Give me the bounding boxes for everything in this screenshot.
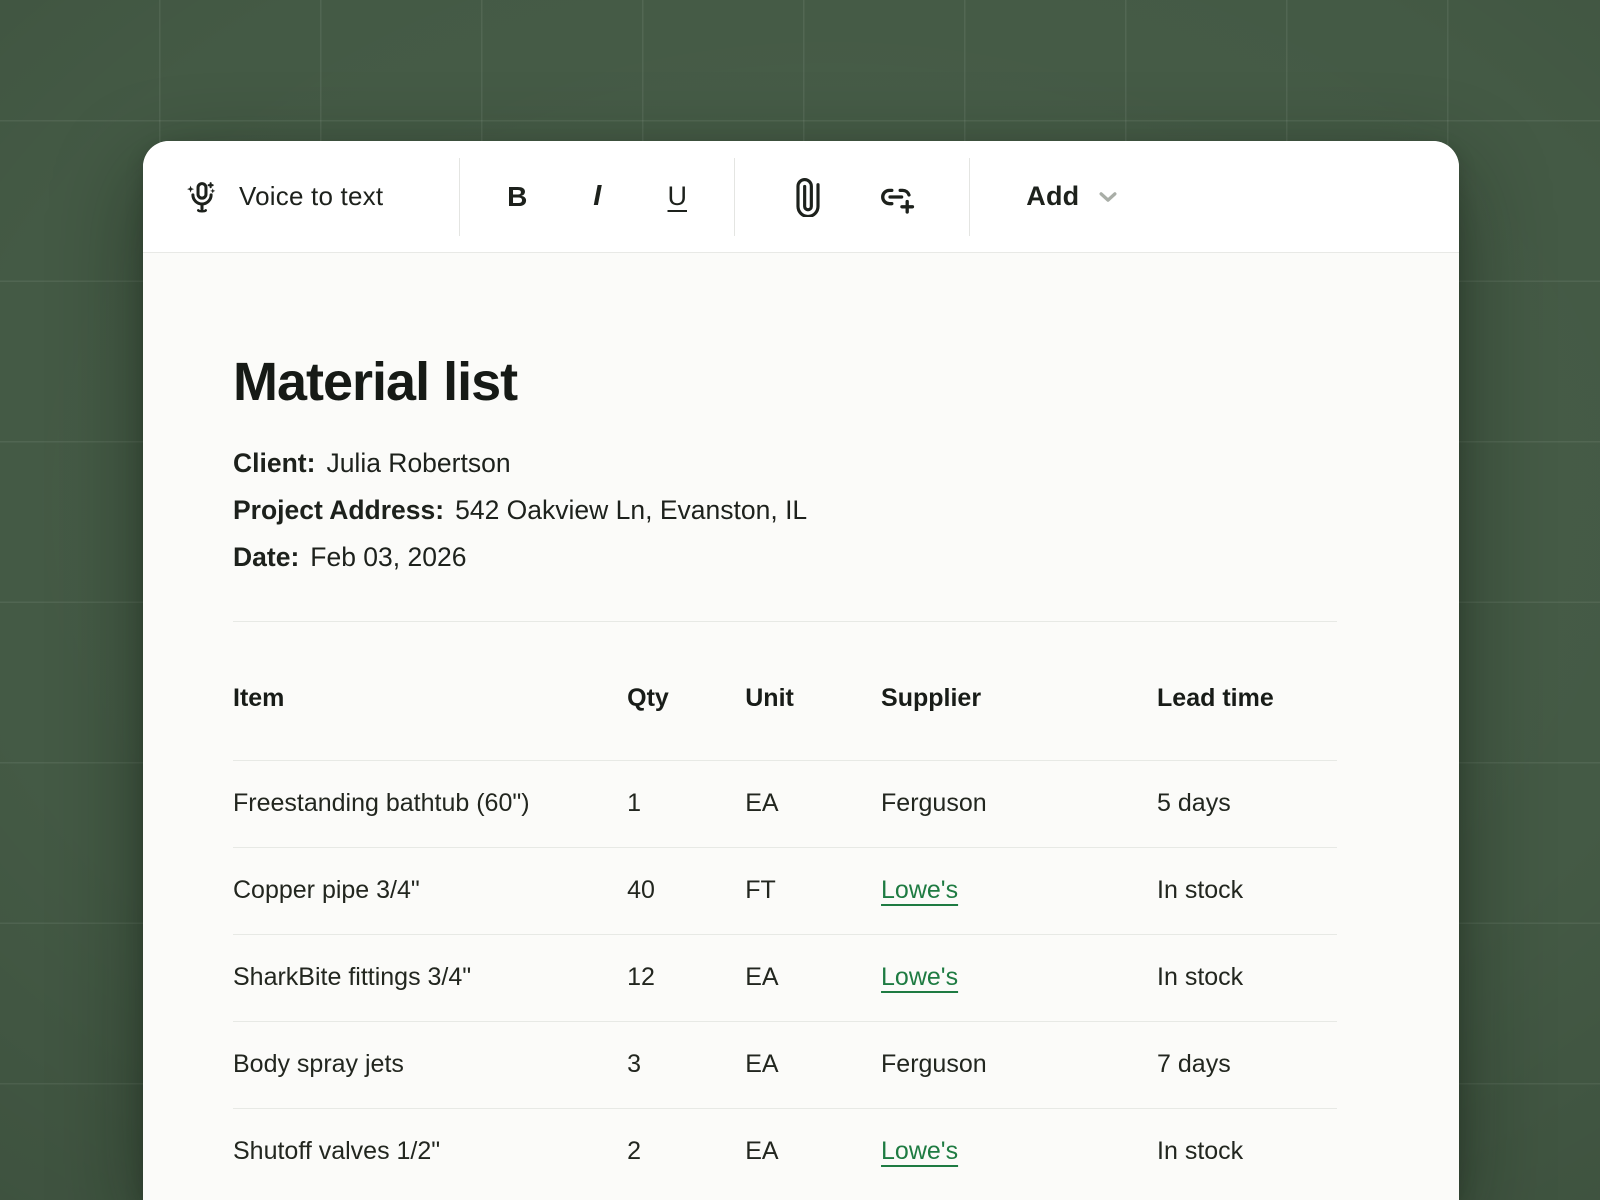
table-row: Shutoff valves 1/2" 2 EA Lowe's In stock [233,1109,1337,1196]
cell-qty: 1 [627,761,745,848]
document-meta: Client: Julia Robertson Project Address: 5… [233,440,1337,581]
format-group: B I U [460,171,734,223]
insert-group [735,171,969,223]
cell-unit: FT [745,848,881,935]
supplier-link[interactable]: Lowe's [881,876,958,904]
meta-label: Date: [233,542,299,572]
cell-item: Freestanding bathtub (60") [233,761,627,848]
cell-qty: 12 [627,935,745,1022]
cell-qty: 2 [627,1109,745,1196]
cell-item: Shutoff valves 1/2" [233,1109,627,1196]
material-table: Item Qty Unit Supplier Lead time Freesta… [233,622,1337,1195]
header-qty: Qty [627,622,745,761]
cell-unit: EA [745,761,881,848]
cell-lead-time: In stock [1157,848,1337,935]
cell-supplier: Lowe's [881,1109,1157,1196]
document-editor-card: Voice to text B I U [143,141,1459,1200]
table-row: Body spray jets 3 EA Ferguson 7 days [233,1022,1337,1109]
document-body: Material list Client: Julia Robertson Pro… [143,353,1459,1195]
meta-line-address: Project Address: 542 Oakview Ln, Evanston… [233,487,1337,534]
editor-toolbar: Voice to text B I U [143,141,1459,253]
add-menu-button[interactable]: Add [1026,181,1123,212]
italic-button[interactable]: I [576,171,618,223]
table-header-row: Item Qty Unit Supplier Lead time [233,622,1337,761]
meta-label: Project Address: [233,495,444,525]
table-row: Freestanding bathtub (60") 1 EA Ferguson… [233,761,1337,848]
mic-sparkle-icon [181,176,223,218]
header-unit: Unit [745,622,881,761]
cell-qty: 3 [627,1022,745,1109]
voice-to-text-label: Voice to text [239,181,383,212]
add-label: Add [1026,181,1079,212]
attach-file-button[interactable] [786,171,830,223]
meta-line-client: Client: Julia Robertson [233,440,1337,487]
cell-qty: 40 [627,848,745,935]
voice-to-text-button[interactable]: Voice to text [181,176,383,218]
cell-item: Body spray jets [233,1022,627,1109]
chevron-down-icon [1093,182,1123,212]
insert-link-button[interactable] [874,171,918,223]
cell-lead-time: In stock [1157,935,1337,1022]
desktop-background: Voice to text B I U [0,0,1600,1200]
cell-supplier: Ferguson [881,761,1157,848]
supplier-link[interactable]: Lowe's [881,1137,958,1165]
page-title: Material list [233,353,1337,412]
paperclip-icon [788,177,828,217]
supplier-link[interactable]: Lowe's [881,963,958,991]
meta-value: Julia Robertson [326,448,510,478]
meta-value: 542 Oakview Ln, Evanston, IL [455,495,807,525]
meta-value: Feb 03, 2026 [310,542,466,572]
cell-lead-time: 5 days [1157,761,1337,848]
header-item: Item [233,622,627,761]
meta-line-date: Date: Feb 03, 2026 [233,534,1337,581]
underline-button[interactable]: U [656,171,698,223]
cell-supplier: Lowe's [881,935,1157,1022]
table-row: Copper pipe 3/4" 40 FT Lowe's In stock [233,848,1337,935]
table-row: SharkBite fittings 3/4" 12 EA Lowe's In … [233,935,1337,1022]
cell-unit: EA [745,1109,881,1196]
header-lead-time: Lead time [1157,622,1337,761]
cell-unit: EA [745,1022,881,1109]
cell-lead-time: In stock [1157,1109,1337,1196]
header-supplier: Supplier [881,622,1157,761]
cell-supplier: Lowe's [881,848,1157,935]
cell-lead-time: 7 days [1157,1022,1337,1109]
cell-item: Copper pipe 3/4" [233,848,627,935]
cell-item: SharkBite fittings 3/4" [233,935,627,1022]
cell-supplier: Ferguson [881,1022,1157,1109]
bold-button[interactable]: B [496,171,538,223]
meta-label: Client: [233,448,315,478]
toolbar-divider [969,158,970,236]
add-link-icon [875,176,917,218]
cell-unit: EA [745,935,881,1022]
